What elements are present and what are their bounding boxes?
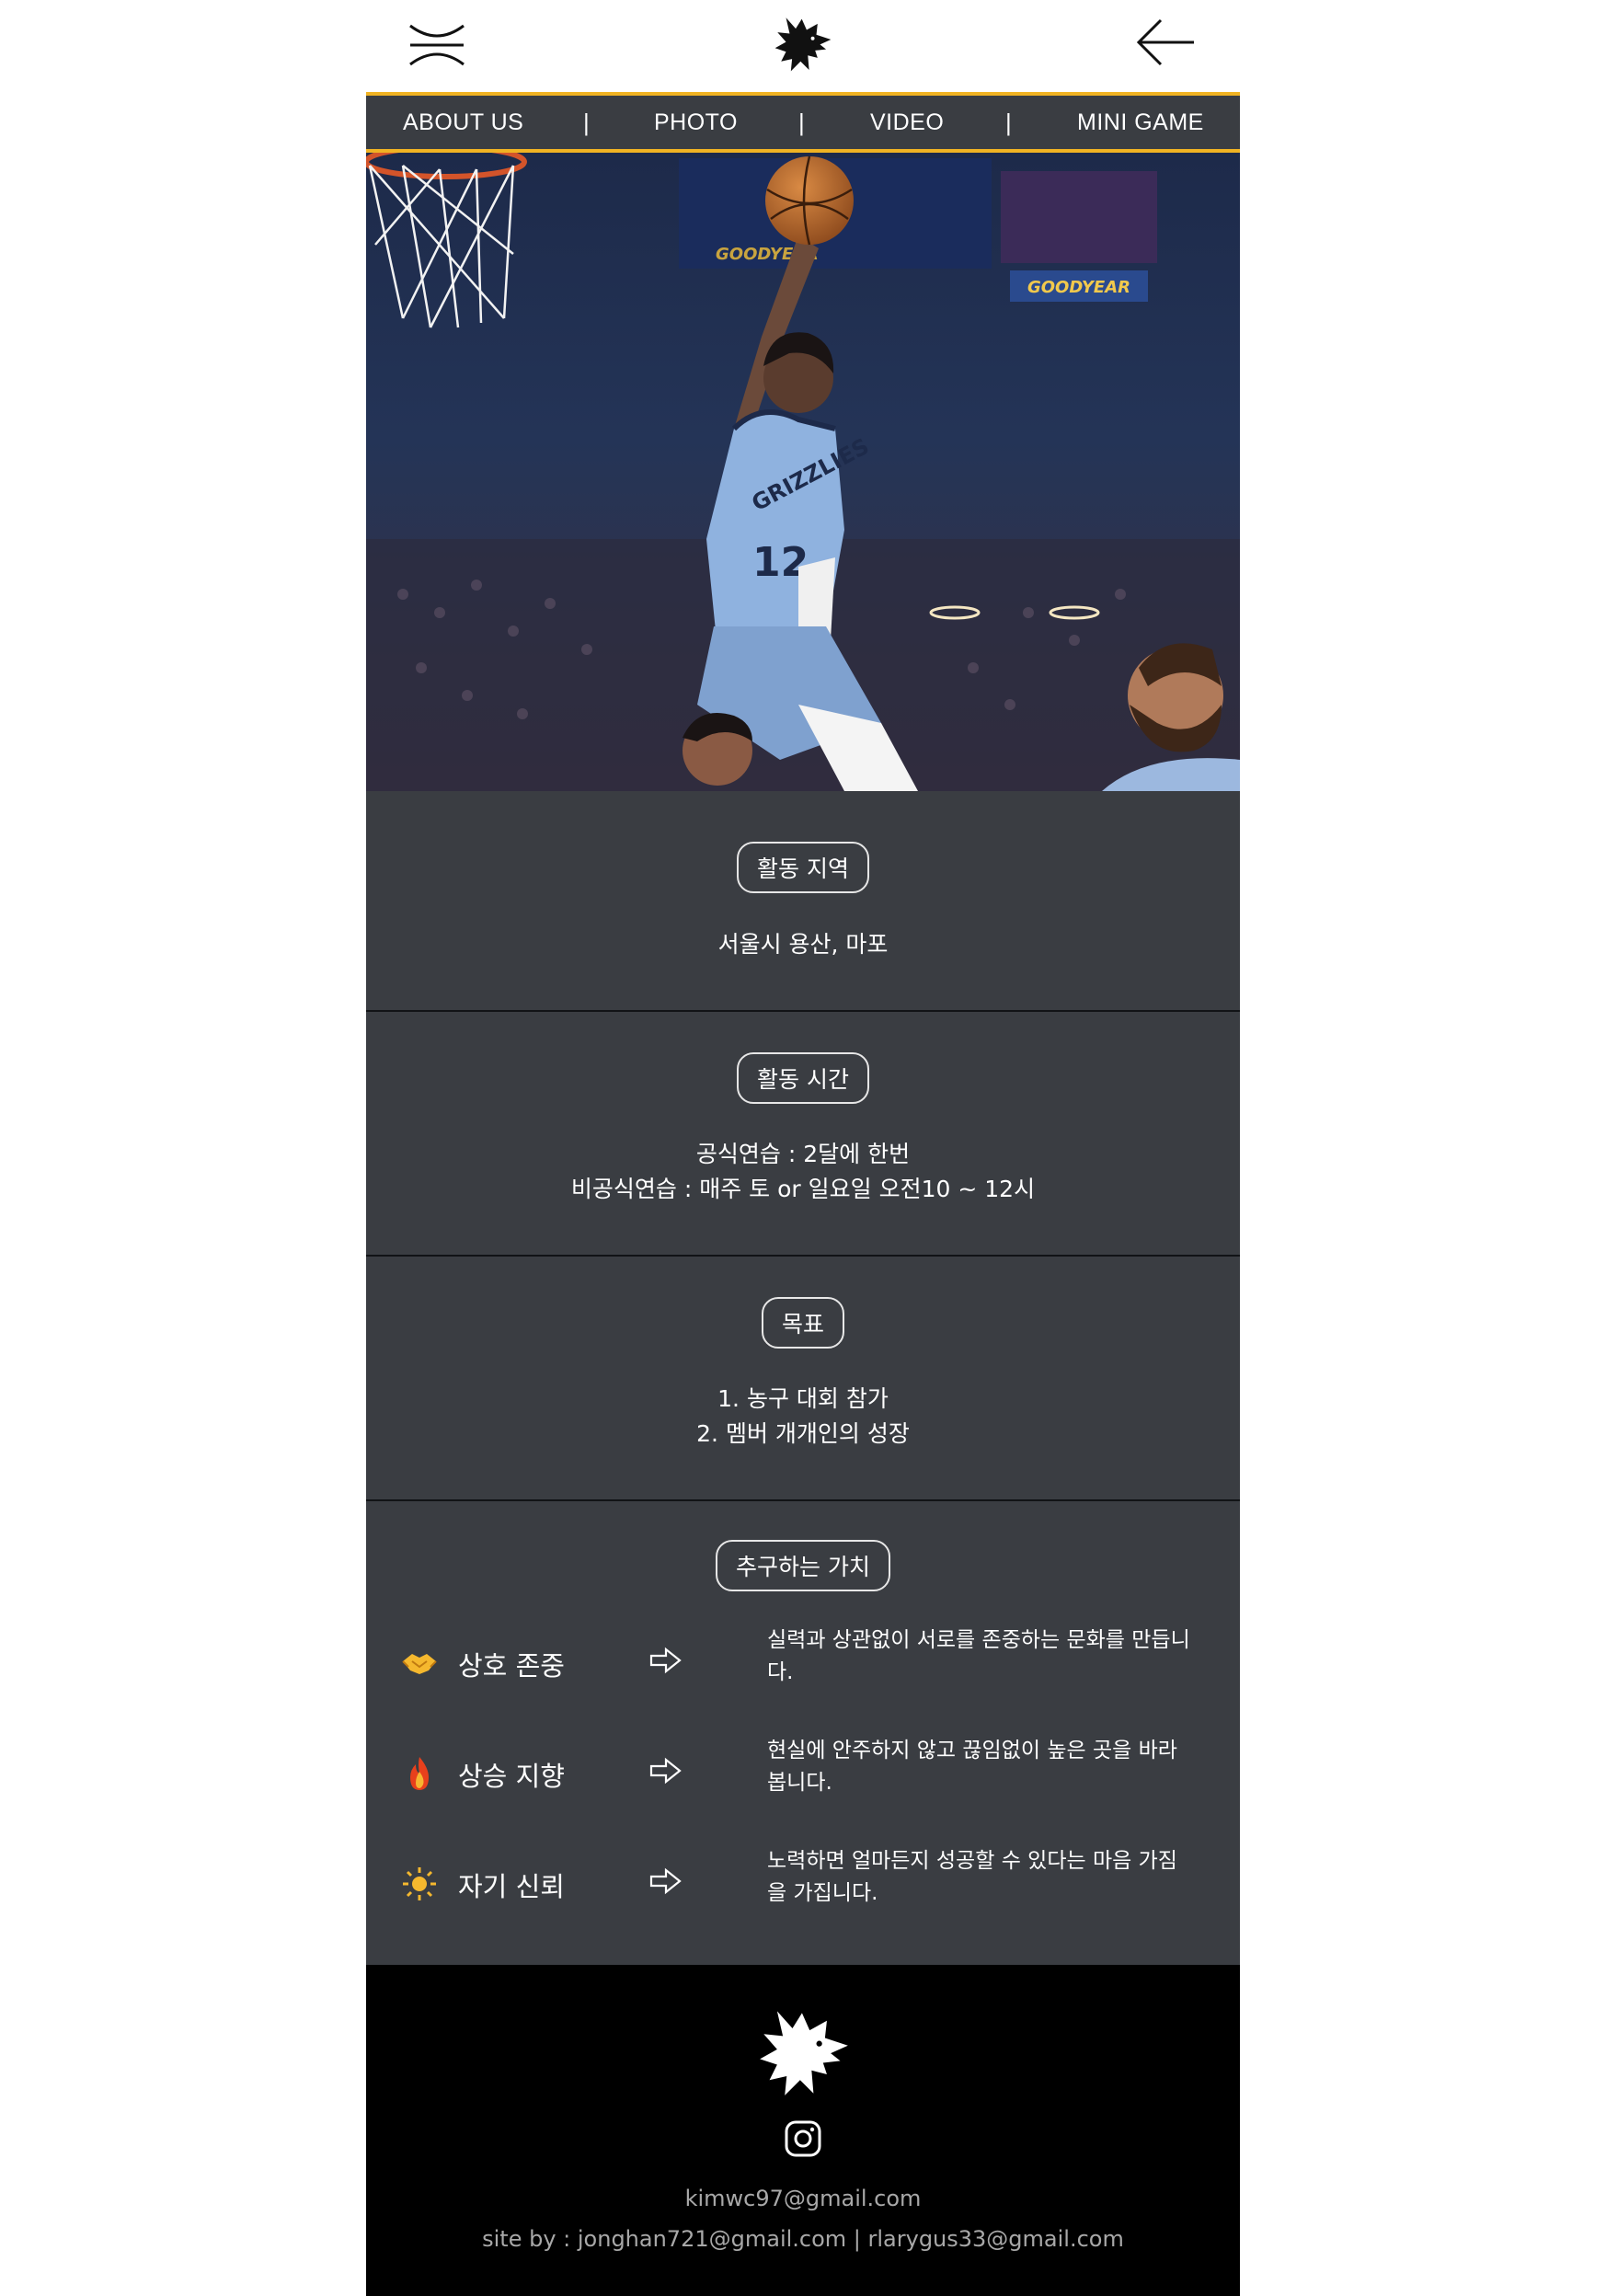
section-values: 추구하는 가치 상호 존중 실력과 상관없이 서로를 존중하는 문화를 만듭니 … — [366, 1501, 1240, 1965]
nav-separator: | — [583, 109, 590, 136]
section-line: 공식연습 : 2달에 한번 — [695, 1141, 911, 1167]
section-goals: 목표 1. 농구 대회 참가 2. 멤버 개개인의 성장 — [366, 1257, 1240, 1501]
fire-icon — [401, 1755, 438, 1792]
value-row: 상호 존중 실력과 상관없이 서로를 존중하는 문화를 만듭니 다. — [366, 1624, 1240, 1707]
arrow-left-icon[interactable] — [1135, 17, 1196, 68]
section-activity-time: 활동 시간 공식연습 : 2달에 한번 비공식연습 : 매주 토 or 일요일 … — [366, 1012, 1240, 1257]
wolf-logo[interactable] — [773, 13, 833, 74]
page: ABOUT US | PHOTO | VIDEO | MINI GAME GOO… — [366, 0, 1240, 2296]
arrow-right-icon — [649, 1757, 683, 1785]
section-title: 추구하는 가치 — [716, 1540, 890, 1591]
value-description-line: 노력하면 얼마든지 성공할 수 있다는 마음 가짐 — [767, 1849, 1177, 1873]
value-description-line: 현실에 안주하지 않고 끊임없이 높은 곳을 바라 — [767, 1739, 1177, 1762]
value-description-line: 을 가집니다. — [767, 1881, 878, 1905]
value-description: 현실에 안주하지 않고 끊임없이 높은 곳을 바라 봅니다. — [767, 1735, 1218, 1799]
value-name: 자기 신뢰 — [458, 1871, 565, 1902]
section-line: 비공식연습 : 매주 토 or 일요일 오전10 ~ 12시 — [570, 1176, 1036, 1202]
instagram-icon[interactable] — [784, 2119, 822, 2158]
menu-icon[interactable] — [408, 22, 465, 68]
value-description: 노력하면 얼마든지 성공할 수 있다는 마음 가짐 을 가집니다. — [767, 1845, 1218, 1910]
section-title: 활동 시간 — [737, 1052, 869, 1104]
goodyear-sign-right: GOODYEAR — [1027, 278, 1130, 297]
contact-email[interactable]: kimwc97@gmail.com — [366, 2186, 1240, 2211]
section-line: 서울시 용산, 마포 — [717, 931, 889, 958]
value-name: 상호 존중 — [458, 1650, 565, 1682]
value-row: 자기 신뢰 노력하면 얼마든지 성공할 수 있다는 마음 가짐 을 가집니다. — [366, 1845, 1240, 1928]
value-description-line: 실력과 상관없이 서로를 존중하는 문화를 만듭니 — [767, 1628, 1190, 1652]
main-nav: ABOUT US | PHOTO | VIDEO | MINI GAME — [366, 92, 1240, 153]
section-title: 목표 — [761, 1297, 845, 1349]
wolf-logo — [756, 2003, 852, 2099]
header — [366, 0, 1240, 92]
hero-photo: GOODYEAR GOODYEAR GRIZZLIES 12 — [366, 153, 1240, 791]
value-row: 상승 지향 현실에 안주하지 않고 끊임없이 높은 곳을 바라 봅니다. — [366, 1735, 1240, 1818]
value-name: 상승 지향 — [458, 1761, 565, 1792]
arrow-right-icon — [649, 1867, 683, 1895]
handshake-icon — [401, 1645, 438, 1682]
nav-separator: | — [1005, 109, 1012, 136]
nav-photo[interactable]: PHOTO — [654, 96, 738, 149]
nav-about-us[interactable]: ABOUT US — [403, 96, 523, 149]
value-description: 실력과 상관없이 서로를 존중하는 문화를 만듭니 다. — [767, 1624, 1218, 1689]
value-description-line: 다. — [767, 1660, 794, 1684]
value-description-line: 봅니다. — [767, 1771, 832, 1795]
section-title: 활동 지역 — [737, 842, 869, 893]
arrow-right-icon — [649, 1647, 683, 1674]
section-activity-area: 활동 지역 서울시 용산, 마포 — [366, 791, 1240, 1012]
footer: kimwc97@gmail.com site by : jonghan721@g… — [366, 1965, 1240, 2296]
section-line: 2. 멤버 개개인의 성장 — [696, 1420, 910, 1447]
section-line: 1. 농구 대회 참가 — [717, 1385, 889, 1412]
nav-separator: | — [798, 109, 805, 136]
site-credit: site by : jonghan721@gmail.com | rlarygu… — [482, 2226, 1124, 2252]
nav-mini-game[interactable]: MINI GAME — [1077, 96, 1204, 149]
sun-icon — [401, 1866, 438, 1902]
nav-video[interactable]: VIDEO — [870, 96, 944, 149]
